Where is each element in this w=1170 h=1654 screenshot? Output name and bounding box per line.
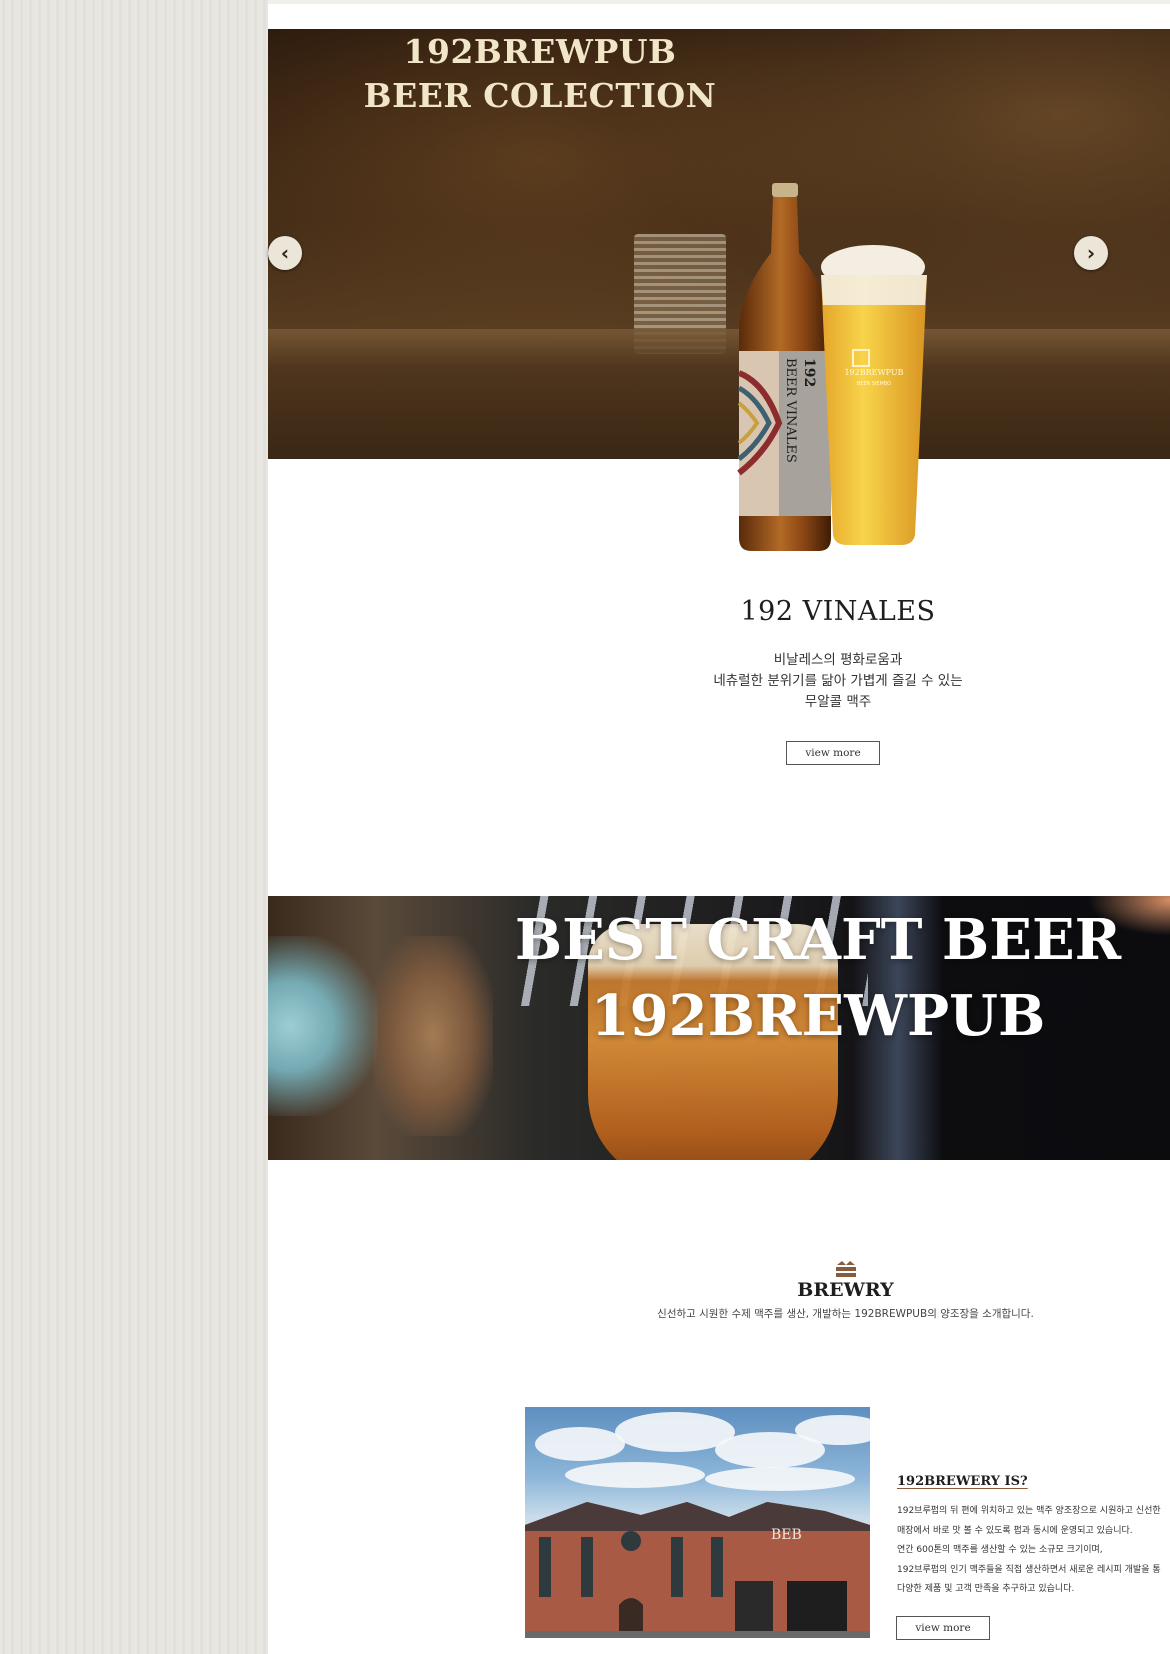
brewery-view-more-button[interactable]: view more (896, 1616, 990, 1640)
glass-brand-text: 192BREWPUB (844, 368, 903, 377)
page-content (268, 0, 1170, 1654)
product-description-line: 네츄럴한 분위기를 닮아 가볍게 즐길 수 있는 (713, 673, 963, 689)
product-name: 192 VINALES (740, 596, 936, 627)
banner-headline-line1: BEST CRAFT BEER (514, 907, 1122, 973)
banner-headline-line2: 192BREWPUB (590, 983, 1046, 1049)
brewery-building-photo: BEB (525, 1407, 870, 1638)
product-view-more-button[interactable]: view more (786, 741, 880, 765)
product-description-line: 비날레스의 평화로움과 (773, 652, 903, 668)
slider-next-button[interactable]: › (1074, 236, 1108, 270)
product-description-line: 무알콜 맥주 (804, 694, 872, 710)
brewery-building-image: BEB (525, 1502, 870, 1638)
brewery-section-title: BREWRY (797, 1279, 894, 1301)
bottle-label-text: BEER VINALES (783, 358, 798, 463)
product-description: 비날레스의 평화로움과 네츄럴한 분위기를 닮아 가볍게 즐길 수 있는 무알콜… (268, 650, 1170, 713)
craft-beer-banner: BEST CRAFT BEER 192BREWPUB (268, 896, 1170, 1160)
brewery-info-line: 192브루펍의 뒤 편에 위치하고 있는 맥주 양조장으로 시원하고 신선한 (897, 1506, 1161, 1516)
top-strip (268, 0, 1170, 4)
brewery-logo-icon (836, 1261, 856, 1277)
building-sign-text: BEB (771, 1527, 802, 1543)
chevron-left-icon: ‹ (280, 241, 290, 265)
brewery-section-subtitle: 신선하고 시원한 수제 맥주를 생산, 개발하는 192BREWPUB의 양조장… (657, 1308, 1034, 1320)
wood-background (0, 0, 268, 1654)
brewery-info-line: 다양한 제품 및 고객 만족을 추구하고 있습니다. (897, 1584, 1075, 1594)
glass-sub-text: BEER SIEMBO (857, 381, 891, 387)
brewery-info-body: 192브루펍의 뒤 편에 위치하고 있는 맥주 양조장으로 시원하고 신선한 매… (897, 1502, 1170, 1600)
brewery-info-line: 매장에서 바로 맛 볼 수 있도록 펍과 동시에 운영되고 있습니다. (897, 1525, 1133, 1536)
brewery-info-title: 192BREWERY IS? (897, 1474, 1028, 1489)
beer-glass-image: 192BREWPUB BEER SIEMBO (821, 245, 927, 545)
bar-counter (268, 329, 1170, 459)
hero-title-line1: 192BREWPUB (403, 32, 677, 71)
slider-prev-button[interactable]: ‹ (268, 236, 302, 270)
hero-title: 192BREWPUB BEER COLECTION (0, 30, 1080, 118)
chevron-right-icon: › (1086, 241, 1096, 265)
banner-headline: BEST CRAFT BEER 192BREWPUB (268, 902, 1170, 1054)
hero-title-line2: BEER COLECTION (363, 76, 717, 115)
brewery-info-line: 192브루펍의 인기 맥주들을 직접 생산하면서 새로운 레시피 개발을 통 (897, 1564, 1161, 1575)
brewery-info-line: 연간 600톤의 맥주를 생산할 수 있는 소규모 크기이며, (897, 1545, 1103, 1555)
